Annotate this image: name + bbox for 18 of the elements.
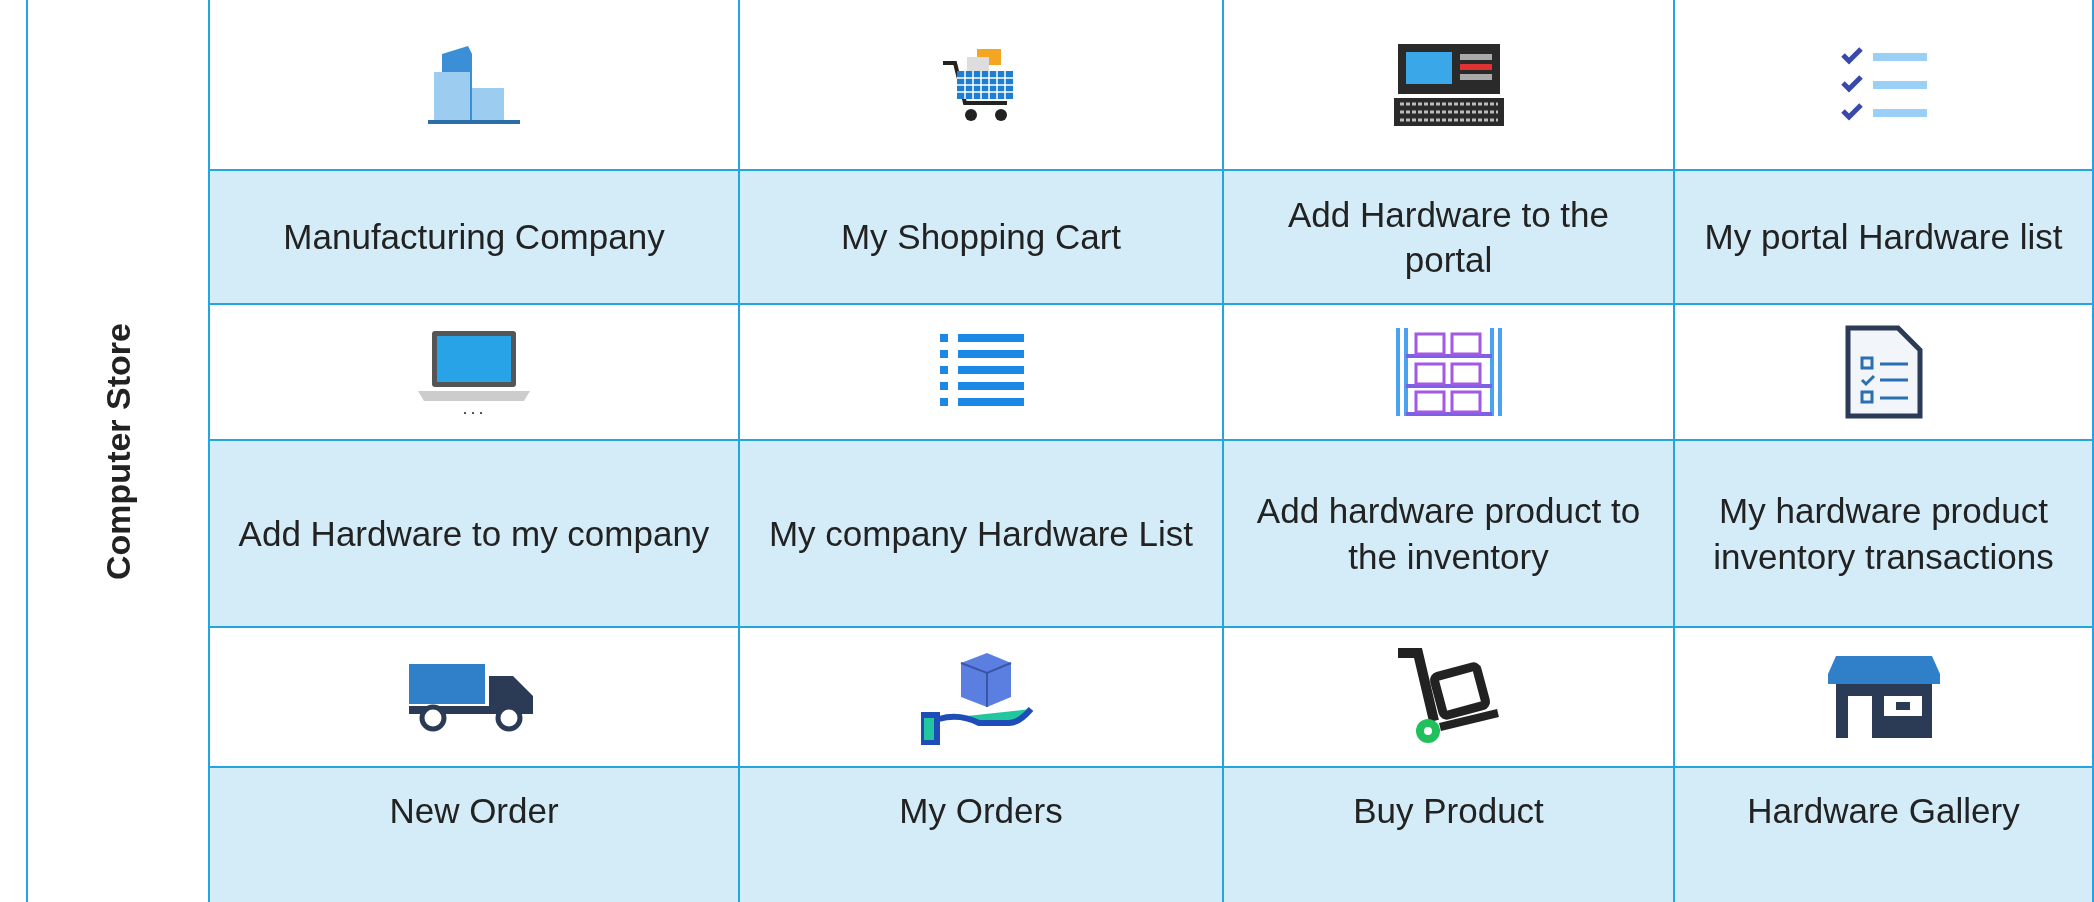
tile-label[interactable]: Hardware Gallery bbox=[1675, 768, 2094, 902]
tile-label[interactable]: New Order bbox=[210, 768, 740, 902]
tile-label[interactable]: Add Hardware to my company bbox=[210, 441, 740, 626]
tile-label[interactable]: My company Hardware List bbox=[740, 441, 1224, 626]
tile-label[interactable]: My portal Hardware list bbox=[1675, 171, 2094, 303]
tile-label[interactable]: My hardware product inventory transactions bbox=[1675, 441, 2094, 626]
tile-label[interactable]: Buy Product bbox=[1224, 768, 1675, 902]
tile-label[interactable]: My Shopping Cart bbox=[740, 171, 1224, 303]
sidebar-title: Computer Store bbox=[97, 322, 138, 580]
tile-label[interactable]: Add Hardware to the portal bbox=[1224, 171, 1675, 303]
tile-label[interactable]: My Orders bbox=[740, 768, 1224, 902]
buildings-icon bbox=[428, 43, 520, 126]
document-checklist-icon bbox=[1843, 324, 1924, 420]
tile-label[interactable]: Manufacturing Company bbox=[210, 171, 740, 303]
shelves-icon bbox=[1393, 326, 1504, 418]
tile-label[interactable]: Add hardware product to the inventory bbox=[1224, 441, 1675, 626]
storefront-icon bbox=[1825, 654, 1942, 740]
computer-terminal-icon bbox=[1393, 41, 1504, 128]
